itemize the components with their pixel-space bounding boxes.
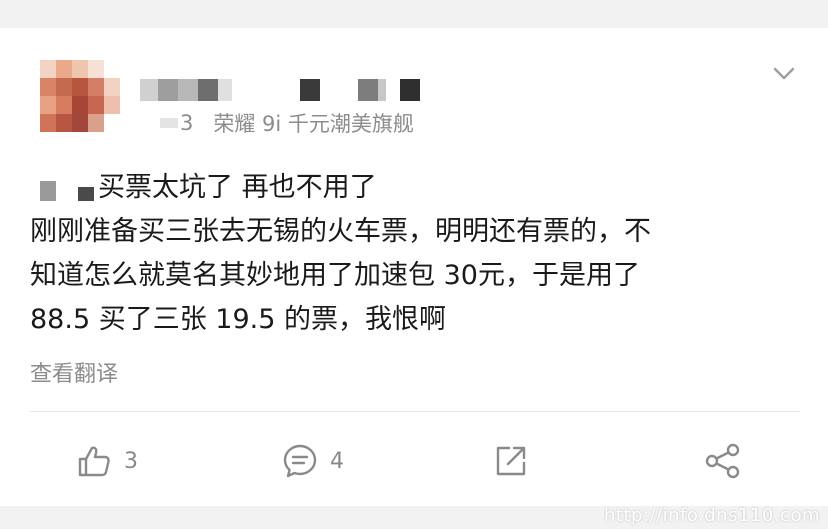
- post-meta: 3 荣耀 9i 千元潮美旗舰: [160, 110, 414, 136]
- share-button[interactable]: [704, 436, 742, 486]
- post-title-line: 买票太坑了 再也不用了: [30, 166, 800, 210]
- post-content: 买票太坑了 再也不用了 刚刚准备买三张去无锡的火车票，明明还有票的，不 知道怎么…: [30, 166, 800, 342]
- device-source: 荣耀 9i 千元潮美旗舰: [213, 112, 414, 136]
- thumbs-up-icon: [78, 446, 110, 477]
- divider: [30, 411, 800, 412]
- post-text-line: 刚刚准备买三张去无锡的火车票，明明还有票的，不: [30, 216, 651, 247]
- watermark: http://info.dns110.com: [603, 505, 820, 526]
- post-text-line: 知道怎么就莫名其妙地用了加速包 30元，于是用了: [30, 260, 640, 291]
- post-title: 买票太坑了 再也不用了: [98, 172, 377, 203]
- repost-button[interactable]: [494, 436, 528, 486]
- like-button[interactable]: 3: [76, 436, 138, 486]
- share-arrow-icon: [496, 446, 526, 476]
- comment-bubble-icon: [283, 444, 317, 478]
- avatar[interactable]: [40, 60, 120, 132]
- comment-button[interactable]: 4: [282, 436, 344, 486]
- top-strip: [0, 0, 828, 28]
- post-text-line: 88.5 买了三张 19.5 的票，我恨啊: [30, 304, 446, 335]
- user-level: 3: [180, 111, 194, 135]
- username-mosaic[interactable]: [140, 79, 430, 101]
- action-bar: 3 4: [0, 436, 828, 486]
- title-mosaic: [30, 177, 98, 201]
- level-badge: [160, 118, 178, 128]
- comment-count: 4: [330, 448, 344, 474]
- chevron-down-icon[interactable]: [772, 66, 796, 82]
- translate-link[interactable]: 查看翻译: [30, 356, 118, 388]
- share-nodes-icon: [705, 443, 740, 479]
- like-count: 3: [124, 448, 138, 474]
